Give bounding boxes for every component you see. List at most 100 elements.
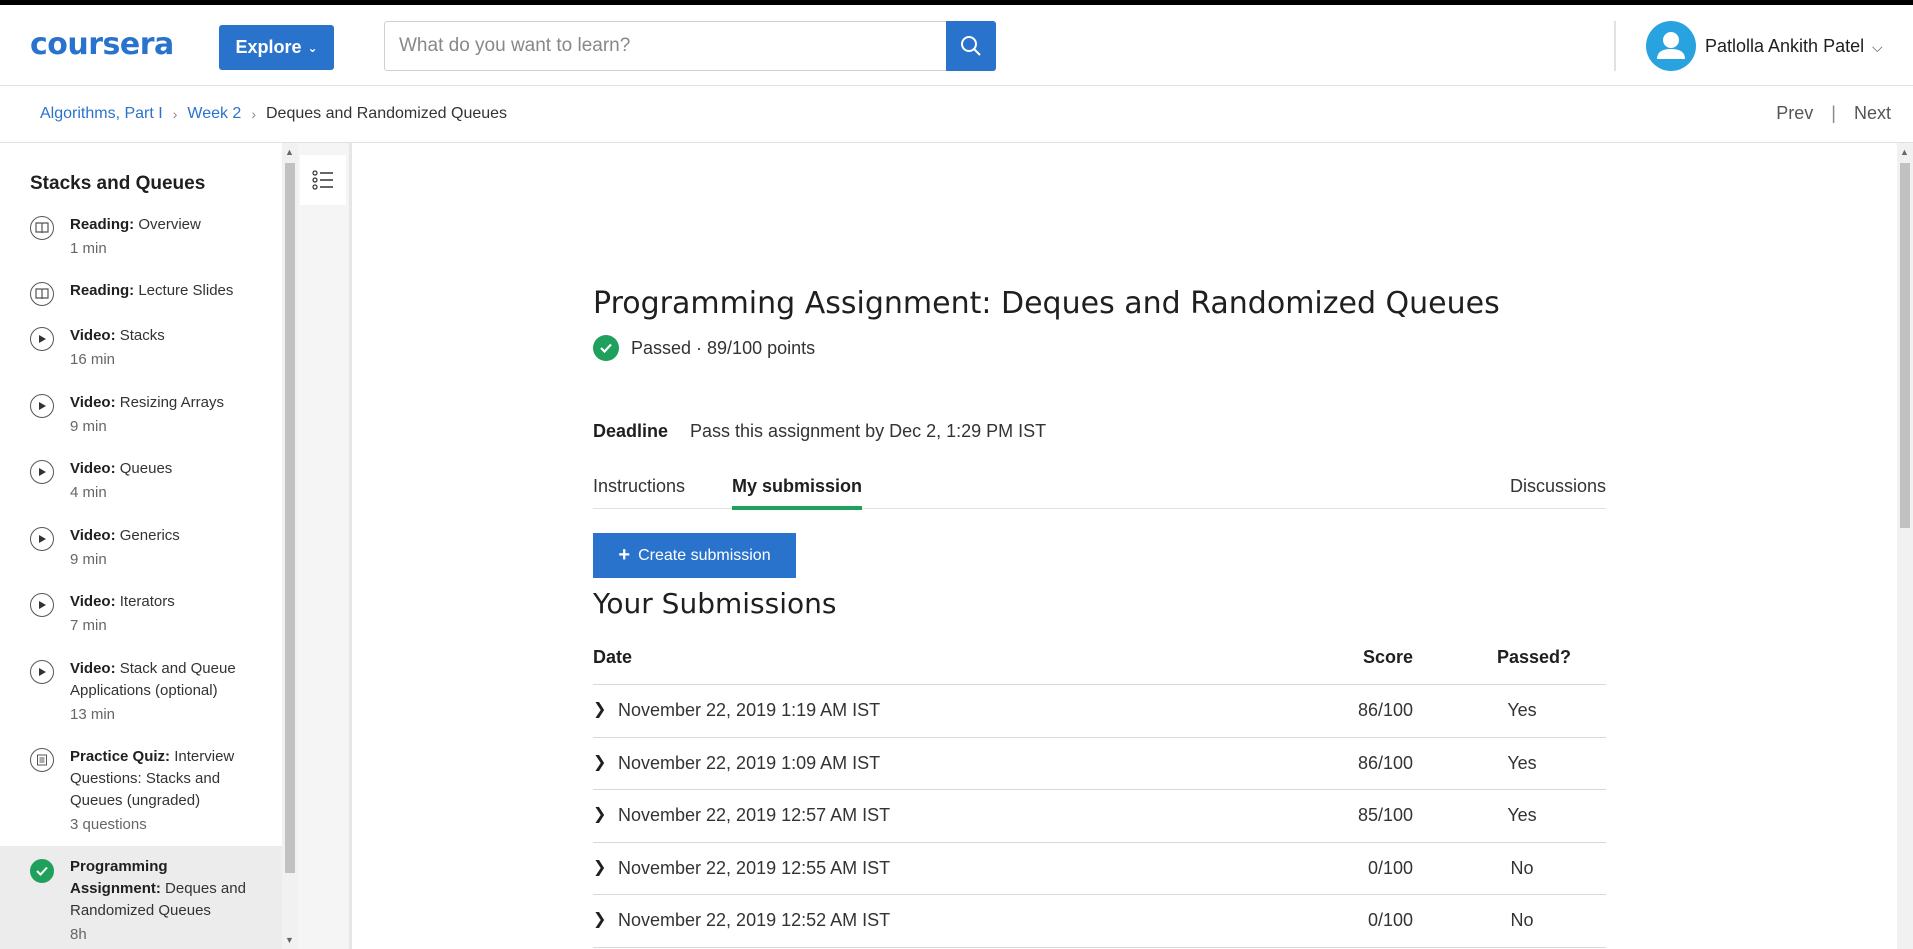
coursera-logo[interactable]: coursera (30, 27, 174, 62)
row-date: November 22, 2019 12:52 AM IST (618, 910, 891, 930)
row-passed: Yes (1507, 805, 1537, 825)
item-name: Queues (119, 460, 173, 477)
item-duration: 16 min (70, 351, 116, 368)
search-icon (961, 36, 981, 56)
sidebar-item-video-generics[interactable]: Video: Generics 9 min (0, 525, 282, 575)
row-date: November 22, 2019 12:55 AM IST (618, 857, 891, 878)
row-score: 85/100 (1357, 805, 1413, 825)
chevron-right-icon: › (172, 106, 178, 122)
item-duration: 13 min (70, 706, 116, 723)
table-row[interactable]: ❯ November 22, 2019 1:19 AM IST 86/100 Y… (593, 685, 1606, 738)
row-date: November 22, 2019 12:57 AM IST (618, 805, 891, 825)
chevron-right-icon[interactable]: ❯ (593, 857, 606, 877)
table-header: Date Score Passed? (593, 623, 1606, 685)
item-name: Overview (138, 216, 201, 233)
explore-button[interactable]: Explore ⌄ (219, 25, 334, 70)
sidebar-item-video-stacks[interactable]: Video: Stacks 16 min (0, 325, 282, 375)
sidebar-item-video-iterators[interactable]: Video: Iterators 7 min (0, 591, 282, 641)
header-divider (1614, 21, 1616, 71)
chevron-right-icon[interactable]: ❯ (593, 804, 606, 824)
play-icon (30, 327, 54, 351)
sidebar-item-video-queues[interactable]: Video: Queues 4 min (0, 458, 282, 508)
explore-label: Explore (235, 37, 302, 57)
item-name: Lecture Slides (138, 282, 234, 299)
breadcrumb-course[interactable]: Algorithms, Part I (40, 105, 163, 123)
chevron-down-icon[interactable]: ⌵ (1872, 39, 1883, 56)
sidebar-item-practice-quiz[interactable]: Practice Quiz: Interview Questions: Stac… (0, 746, 282, 836)
chevron-right-icon[interactable]: ❯ (593, 699, 606, 719)
scroll-up-icon[interactable]: ▲ (1900, 147, 1909, 157)
assignment-tabs: Instructions My submission Discussions (593, 463, 1606, 510)
scroll-up-icon[interactable]: ▲ (285, 147, 294, 157)
next-link[interactable]: Next (1854, 103, 1891, 124)
item-duration: 9 min (70, 551, 107, 568)
search-input[interactable]: What do you want to learn? (384, 21, 947, 71)
deadline-label: Deadline (593, 421, 669, 441)
tab-instructions[interactable]: Instructions (593, 476, 685, 506)
search-button[interactable] (946, 21, 996, 71)
row-score: 86/100 (1357, 700, 1413, 720)
item-type: Reading: (70, 282, 135, 299)
row-date: November 22, 2019 1:19 AM IST (618, 700, 881, 720)
chevron-right-icon: › (251, 106, 256, 122)
sidebar-item-reading-slides[interactable]: Reading: Lecture Slides (0, 280, 282, 310)
sidebar-item-video-applications[interactable]: Video: Stack and Queue Applications (opt… (0, 658, 282, 730)
item-duration: 8h (70, 926, 87, 943)
avatar[interactable] (1646, 21, 1696, 71)
book-icon (30, 282, 54, 306)
user-icon (1657, 32, 1685, 59)
breadcrumb-week[interactable]: Week 2 (187, 105, 241, 123)
item-name: Iterators (119, 593, 175, 610)
row-score: 86/100 (1357, 752, 1413, 773)
plus-icon: + (618, 544, 631, 566)
item-duration: 9 min (70, 418, 107, 435)
breadcrumb: Algorithms, Part I › Week 2 › Deques and… (40, 105, 507, 123)
tab-discussions[interactable]: Discussions (1510, 476, 1606, 506)
item-type: Video: (70, 327, 116, 344)
row-date: November 22, 2019 1:09 AM IST (618, 752, 881, 773)
item-type: Practice Quiz: (70, 748, 171, 765)
table-row[interactable]: ❯ November 22, 2019 12:57 AM IST 85/100 … (593, 790, 1606, 843)
submissions-table: Date Score Passed? ❯ November 22, 2019 1… (593, 623, 1606, 948)
play-icon (30, 394, 54, 418)
item-type: Video: (70, 593, 116, 610)
play-icon (30, 593, 54, 617)
table-row[interactable]: ❯ November 22, 2019 12:55 AM IST 0/100 N… (593, 843, 1606, 895)
check-icon (30, 859, 54, 883)
chevron-right-icon[interactable]: ❯ (593, 909, 606, 929)
prev-link[interactable]: Prev (1776, 103, 1813, 124)
tab-my-submission[interactable]: My submission (732, 476, 863, 510)
item-duration: 4 min (70, 484, 107, 501)
item-type: Reading: (70, 216, 135, 233)
deadline-value: Pass this assignment by Dec 2, 1:29 PM I… (690, 421, 1047, 441)
sidebar-item-programming-assignment[interactable]: Programming Assignment: Deques and Rando… (0, 846, 282, 949)
chevron-right-icon[interactable]: ❯ (593, 752, 606, 772)
table-row[interactable]: ❯ November 22, 2019 12:52 AM IST 0/100 N… (593, 895, 1606, 948)
scroll-down-icon[interactable]: ▼ (285, 935, 294, 945)
main-content: Programming Assignment: Deques and Rando… (355, 143, 1895, 949)
table-row[interactable]: ❯ November 22, 2019 1:09 AM IST 86/100 Y… (593, 738, 1606, 790)
list-icon (312, 170, 333, 190)
item-type: Video: (70, 527, 116, 544)
create-submission-button[interactable]: + Create submission (593, 533, 796, 578)
submissions-heading: Your Submissions (593, 587, 837, 620)
status-badge: Passed · 89/100 points (593, 335, 815, 361)
sidebar-scrollbar-thumb[interactable] (285, 163, 295, 873)
row-passed: Yes (1507, 700, 1537, 720)
sidebar-item-reading-overview[interactable]: Reading: Overview 1 min (0, 214, 282, 264)
sidebar-scrollbar[interactable]: ▲ ▼ (282, 143, 298, 949)
prev-next-nav: Prev | Next (1776, 103, 1891, 124)
user-name[interactable]: Patlolla Ankith Patel (1705, 36, 1864, 57)
search-placeholder: What do you want to learn? (399, 35, 631, 56)
main-scrollbar[interactable]: ▲ (1897, 143, 1913, 949)
sidebar-item-video-resizing-arrays[interactable]: Video: Resizing Arrays 9 min (0, 392, 282, 442)
column-date: Date (593, 647, 633, 667)
main-scrollbar-thumb[interactable] (1900, 163, 1910, 528)
toggle-outline-button[interactable] (300, 155, 346, 205)
sidebar-title: Stacks and Queues (30, 173, 206, 194)
row-score: 0/100 (1367, 910, 1413, 930)
play-icon (30, 527, 54, 551)
row-passed: No (1510, 910, 1534, 930)
row-score: 0/100 (1367, 857, 1413, 878)
play-icon (30, 660, 54, 684)
